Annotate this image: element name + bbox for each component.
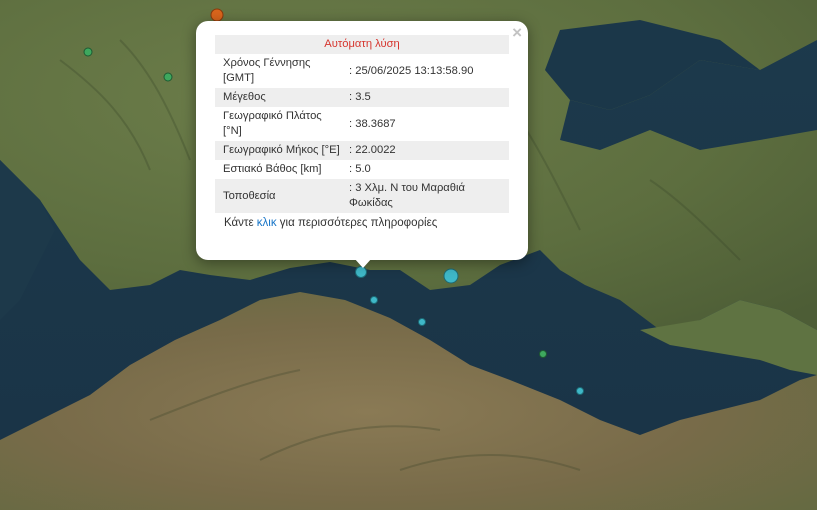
- popup-pointer: [354, 258, 372, 268]
- earthquake-details-table: Αυτόματη λύση Χρόνος Γέννησης [GMT]: 25/…: [215, 35, 509, 213]
- origin-time-label: Χρόνος Γέννησης [GMT]: [215, 54, 343, 88]
- popup-title: Αυτόματη λύση: [215, 35, 509, 54]
- magnitude-label: Μέγεθος: [215, 88, 343, 107]
- earthquake-marker-cyan[interactable]: [443, 268, 459, 284]
- more-info-link[interactable]: κλικ: [257, 217, 277, 229]
- earthquake-marker-cyan[interactable]: [576, 387, 584, 395]
- location-label: Τοποθεσία: [215, 179, 343, 213]
- close-icon[interactable]: ×: [512, 24, 522, 42]
- more-info-text: Κάντε κλικ για περισσότερες πληροφορίες: [215, 217, 509, 229]
- longitude-label: Γεωγραφικό Μήκος [°E]: [215, 141, 343, 160]
- earthquake-marker-green[interactable]: [539, 350, 547, 358]
- earthquake-marker-cyan[interactable]: [370, 296, 378, 304]
- location-value: : 3 Χλμ. N του Μαραθιά Φωκίδας: [343, 179, 509, 213]
- earthquake-marker-orange[interactable]: [210, 8, 224, 22]
- longitude-value: : 22.0022: [343, 141, 509, 160]
- earthquake-info-popup: × Αυτόματη λύση Χρόνος Γέννησης [GMT]: 2…: [196, 21, 528, 260]
- origin-time-value: : 25/06/2025 13:13:58.90: [343, 54, 509, 88]
- depth-value: : 5.0: [343, 160, 509, 179]
- more-info-prefix: Κάντε: [224, 217, 257, 229]
- earthquake-marker-green[interactable]: [163, 72, 173, 82]
- magnitude-value: : 3.5: [343, 88, 509, 107]
- latitude-label: Γεωγραφικό Πλάτος [°N]: [215, 107, 343, 141]
- earthquake-marker-green[interactable]: [83, 47, 93, 57]
- more-info-suffix: για περισσότερες πληροφορίες: [276, 217, 438, 229]
- latitude-value: : 38.3687: [343, 107, 509, 141]
- earthquake-marker-cyan[interactable]: [418, 318, 426, 326]
- depth-label: Εστιακό Βάθος [km]: [215, 160, 343, 179]
